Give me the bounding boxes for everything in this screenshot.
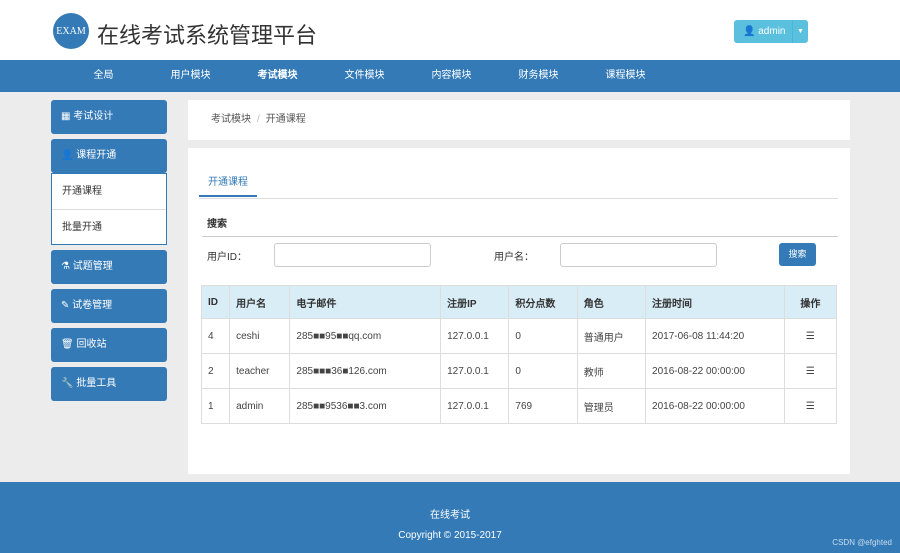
sidebar-item-recycle[interactable]: 🗑 回收站 <box>51 328 167 362</box>
table-cell: 0 <box>508 353 578 389</box>
table-cell: admin <box>229 388 291 424</box>
wrench-icon: 🔧 <box>61 378 74 389</box>
sidebar: ▦ 考试设计 👤 课程开通 开通课程 批量开通 ⚗ 试题管理 ✎ 试卷管理 🗑 … <box>51 100 167 406</box>
user-menu-button[interactable]: 👤 admin ▼ <box>734 20 808 43</box>
list-icon[interactable]: ☰ <box>806 331 815 342</box>
nav-course[interactable]: 课程模块 <box>582 60 669 92</box>
table-cell: 2016-08-22 00:00:00 <box>645 388 785 424</box>
label: 考试设计 <box>73 111 114 122</box>
nav-file[interactable]: 文件模块 <box>321 60 408 92</box>
label: 试卷管理 <box>72 300 113 311</box>
user-table: ID 用户名 电子邮件 注册IP 积分点数 角色 注册时间 操作 4 ceshi 285■■95■… <box>200 285 838 424</box>
content-panel: 开通课程 搜索 用户ID： 用户名： 搜索 ID 用户名 电子邮件 注册IP 积分点数角… <box>188 148 850 474</box>
table-cell: 1 <box>200 388 231 424</box>
column-header: 角色 <box>576 285 647 319</box>
site-title: 在线考试系统管理平台 <box>97 23 318 48</box>
user-icon: 👤 <box>61 150 74 161</box>
column-header: 电子邮件 <box>289 285 442 319</box>
tab-open-course[interactable]: 开通课程 <box>199 166 257 197</box>
user-id-label: 用户ID： <box>207 252 247 263</box>
breadcrumb-parent[interactable]: 考试模块 <box>211 114 251 125</box>
list-icon[interactable]: ☰ <box>806 366 815 377</box>
divider <box>202 236 838 237</box>
nav-finance[interactable]: 财务模块 <box>495 60 582 92</box>
sidebar-item-exam-design[interactable]: ▦ 考试设计 <box>51 100 167 134</box>
sidebar-item-papers[interactable]: ✎ 试卷管理 <box>51 289 167 323</box>
trash-icon: 🗑 <box>61 339 74 350</box>
table-row: 1 admin 285■■9536■■3.com 127.0.0.1 769 管理员 201… <box>200 388 838 424</box>
label: 批量工具 <box>76 378 117 389</box>
table-cell: 0 <box>508 318 578 354</box>
sidebar-item-questions[interactable]: ⚗ 试题管理 <box>51 250 167 284</box>
flask-icon: ⚗ <box>61 261 70 272</box>
table-cell: 285■■■36■126.com <box>289 353 442 389</box>
table-cell: ☰ <box>783 388 838 424</box>
copyright: Copyright © 2015-2017 <box>398 530 502 541</box>
nav-user[interactable]: 用户模块 <box>147 60 234 92</box>
table-cell: 769 <box>508 388 578 424</box>
label: 试题管理 <box>72 261 113 272</box>
footer: 在线考试 Copyright © 2015-2017 CSDN @efghted <box>0 482 900 553</box>
table-cell: 4 <box>200 318 231 354</box>
main-nav: 全局 用户模块 考试模块 文件模块 内容模块 财务模块 课程模块 <box>0 60 900 92</box>
sidebar-item-course-open[interactable]: 👤 课程开通 <box>51 139 167 173</box>
column-header: ID <box>200 285 231 319</box>
table-cell: 2016-08-22 00:00:00 <box>645 353 785 389</box>
submenu-open-course[interactable]: 开通课程 <box>52 174 166 209</box>
sidebar-item-batch-tools[interactable]: 🔧 批量工具 <box>51 367 167 401</box>
table-cell: 教师 <box>576 353 647 389</box>
grid-icon: ▦ <box>61 111 71 122</box>
column-header: 积分点数 <box>508 285 578 319</box>
breadcrumb: 考试模块 / 开通课程 <box>188 100 850 140</box>
nav-content[interactable]: 内容模块 <box>408 60 495 92</box>
column-header: 注册IP <box>440 285 510 319</box>
list-icon[interactable]: ☰ <box>806 401 815 412</box>
table-cell: 127.0.0.1 <box>440 388 510 424</box>
submenu: 开通课程 批量开通 <box>51 173 167 245</box>
breadcrumb-current: 开通课程 <box>265 114 306 125</box>
username-label: 用户名： <box>494 252 534 263</box>
chevron-down-icon[interactable]: ▼ <box>792 20 808 43</box>
table-cell: teacher <box>229 353 291 389</box>
column-header: 注册时间 <box>645 285 785 319</box>
table-cell: 2017-06-08 11:44:20 <box>645 318 785 354</box>
nav-global[interactable]: 全局 <box>60 60 147 92</box>
username-input[interactable] <box>560 243 717 267</box>
table-cell: 2 <box>200 353 231 389</box>
table-cell: ☰ <box>783 318 838 354</box>
footer-title: 在线考试 <box>430 510 470 521</box>
column-header: 操作 <box>783 285 838 319</box>
divider <box>199 198 838 199</box>
search-button[interactable]: 搜索 <box>779 243 816 266</box>
submenu-batch-open[interactable]: 批量开通 <box>52 209 166 244</box>
table-cell: ceshi <box>229 318 291 354</box>
search-title: 搜索 <box>207 219 227 230</box>
logo: EXAM <box>53 13 89 49</box>
header: EXAM 在线考试系统管理平台 👤 admin ▼ <box>0 0 900 60</box>
table-cell: 285■■95■■qq.com <box>289 318 442 354</box>
table-cell: 普通用户 <box>576 318 647 354</box>
edit-icon: ✎ <box>61 300 70 311</box>
table-cell: 127.0.0.1 <box>440 353 510 389</box>
table-cell: 127.0.0.1 <box>440 318 510 354</box>
table-cell: ☰ <box>783 353 838 389</box>
table-row: 2 teacher 285■■■36■126.com 127.0.0.1 0 教师 2016… <box>200 353 838 389</box>
table-cell: 285■■9536■■3.com <box>289 388 442 424</box>
label: 课程开通 <box>76 150 117 161</box>
label: 回收站 <box>76 339 107 350</box>
table-row: 4 ceshi 285■■95■■qq.com 127.0.0.1 0 普通用户 2017-… <box>200 318 838 354</box>
user-name: admin <box>758 26 786 37</box>
column-header: 用户名 <box>229 285 291 319</box>
watermark: CSDN @efghted <box>832 538 892 547</box>
user-icon: 👤 <box>743 26 756 37</box>
nav-exam[interactable]: 考试模块 <box>234 60 321 92</box>
table-cell: 管理员 <box>576 388 647 424</box>
user-id-input[interactable] <box>274 243 431 267</box>
